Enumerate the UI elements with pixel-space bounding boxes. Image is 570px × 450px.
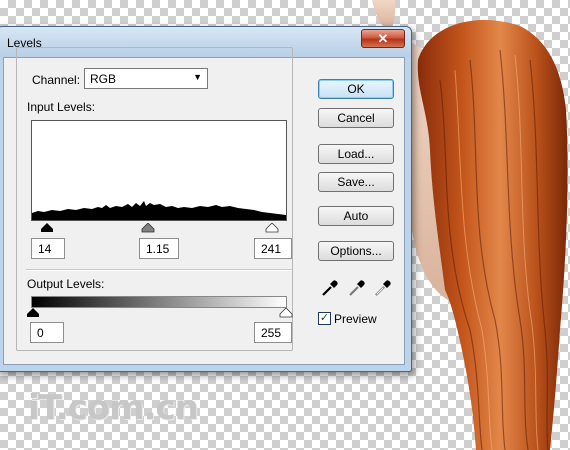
output-levels-label: Output Levels: xyxy=(27,277,105,291)
options-button[interactable]: Options... xyxy=(318,241,394,261)
black-point-eyedropper-icon[interactable] xyxy=(320,278,340,298)
cancel-button[interactable]: Cancel xyxy=(318,108,394,128)
input-white-slider[interactable] xyxy=(265,223,279,233)
input-gamma-field[interactable]: 1.15 xyxy=(139,238,179,259)
output-white-field[interactable]: 255 xyxy=(254,322,292,343)
input-gamma-slider[interactable] xyxy=(141,223,155,233)
channel-value: RGB xyxy=(90,72,117,86)
output-white-slider[interactable] xyxy=(279,308,293,318)
ok-button[interactable]: OK xyxy=(318,79,394,99)
output-gradient-bar xyxy=(31,296,287,308)
preview-label: Preview xyxy=(334,312,377,326)
input-white-field[interactable]: 241 xyxy=(254,238,292,259)
auto-button[interactable]: Auto xyxy=(318,206,394,226)
histogram xyxy=(31,120,287,221)
input-levels-label: Input Levels: xyxy=(27,100,96,114)
output-black-field[interactable]: 0 xyxy=(30,322,64,343)
channel-select[interactable]: RGB ▼ xyxy=(84,68,208,89)
input-black-slider[interactable] xyxy=(40,223,54,233)
histogram-graph xyxy=(32,201,286,220)
divider xyxy=(26,269,292,271)
watermark-logo: iT.com.cn xyxy=(28,388,199,428)
chevron-down-icon: ▼ xyxy=(193,72,202,82)
channel-label: Channel: xyxy=(32,73,81,87)
input-black-field[interactable]: 14 xyxy=(31,238,65,259)
gray-point-eyedropper-icon[interactable] xyxy=(347,278,367,298)
load-button[interactable]: Load... xyxy=(318,144,394,164)
white-point-eyedropper-icon[interactable] xyxy=(373,278,393,298)
close-button[interactable]: ✕ xyxy=(361,29,405,48)
output-black-slider[interactable] xyxy=(26,308,40,318)
save-button[interactable]: Save... xyxy=(318,172,394,192)
preview-checkbox[interactable]: ✓ xyxy=(318,312,331,325)
